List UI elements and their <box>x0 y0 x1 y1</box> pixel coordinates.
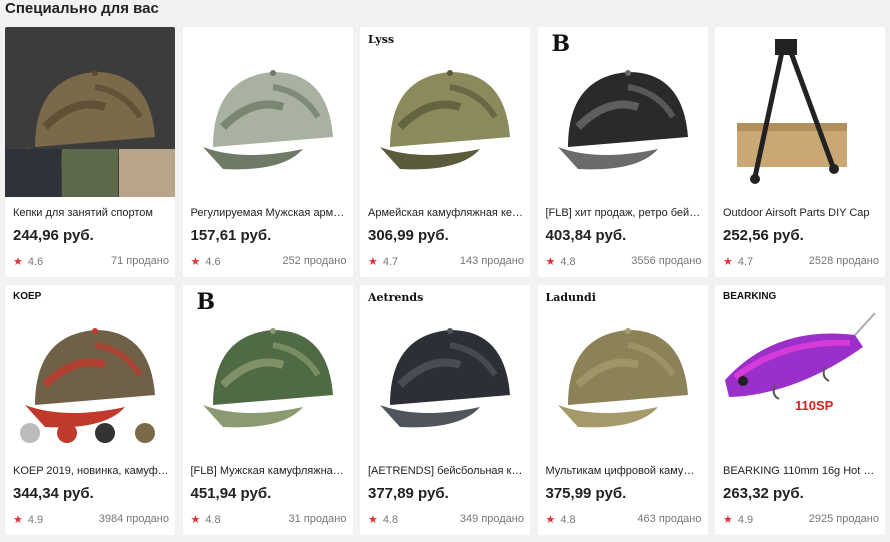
star-icon: ★ <box>368 256 378 268</box>
product-price: 451,94 руб. <box>190 485 272 502</box>
product-rating: ★ 4.6 <box>13 255 44 269</box>
product-card[interactable]: Регулируемая Мужская армейская 157,61 руб… <box>182 27 353 277</box>
sold-count: 3984 продано <box>98 513 169 525</box>
rating-value: 4.9 <box>737 513 754 526</box>
product-rating: ★ 4.9 <box>723 513 754 527</box>
sold-count: 2925 продано <box>808 513 879 525</box>
product-rating: ★ 4.8 <box>190 513 221 527</box>
rating-value: 4.6 <box>205 255 221 268</box>
product-title[interactable]: Кепки для занятий спортом <box>13 207 169 219</box>
product-card[interactable]: KOEP KOEP 2019, новинка, камуфляжная 344,3… <box>5 285 175 535</box>
product-image[interactable] <box>360 285 530 455</box>
product-card[interactable]: Ladundi Мультикам цифровой камуфляж 375,99… <box>537 285 708 535</box>
sold-count: 71 продано <box>111 255 169 267</box>
product-price: 306,99 руб. <box>368 227 449 244</box>
product-image[interactable]: 110SP <box>715 285 885 455</box>
rating-value: 4.8 <box>205 513 221 526</box>
brand-logo: BEARKING <box>723 291 777 302</box>
product-price: 344,34 руб. <box>13 485 94 502</box>
product-rating: ★ 4.9 <box>13 513 44 527</box>
product-image[interactable] <box>715 27 885 197</box>
product-title[interactable]: Outdoor Airsoft Parts DIY Cap <box>723 207 879 219</box>
svg-text:110SP: 110SP <box>795 398 834 413</box>
product-card[interactable]: Aetrends [AETRENDS] бейсбольная кепка 377,… <box>360 285 530 535</box>
star-icon: ★ <box>13 514 23 526</box>
star-icon: ★ <box>545 256 556 268</box>
product-title[interactable]: KOEP 2019, новинка, камуфляжная <box>13 465 169 477</box>
sold-count: 2528 продано <box>808 255 879 267</box>
brand-logo: Lyss <box>368 33 395 46</box>
sold-count: 463 продано <box>637 513 702 525</box>
rating-value: 4.7 <box>382 255 399 268</box>
star-icon: ★ <box>723 514 733 526</box>
product-card[interactable]: 110SP BEARKING BEARKING 110mm 16g Hot mod… <box>715 285 885 535</box>
product-price: 263,32 руб. <box>723 485 804 502</box>
brand-logo: B <box>196 289 216 315</box>
section-title: Специально для вас <box>5 0 159 17</box>
product-title[interactable]: [FLB] хит продаж, ретро бейсболка <box>546 207 702 219</box>
product-card[interactable]: B [FLB] Мужская камуфляжная кепка 451,94 р… <box>182 285 353 535</box>
star-icon: ★ <box>545 514 556 526</box>
rating-value: 4.6 <box>27 255 44 268</box>
sold-count: 252 продано <box>282 255 347 267</box>
rating-value: 4.8 <box>560 513 576 526</box>
product-rating: ★ 4.7 <box>723 255 754 269</box>
star-icon: ★ <box>368 514 378 526</box>
product-card[interactable]: Кепки для занятий спортом 244,96 руб. ★ 4.6… <box>5 27 175 277</box>
brand-logo: Aetrends <box>368 291 424 304</box>
product-card[interactable]: Lyss Армейская камуфляжная кепка 306,99 ру… <box>360 27 530 277</box>
rating-value: 4.9 <box>27 513 44 526</box>
product-image[interactable] <box>5 27 175 197</box>
product-card[interactable]: Outdoor Airsoft Parts DIY Cap 252,56 руб.… <box>715 27 885 277</box>
brand-logo: Ladundi <box>545 291 596 304</box>
product-rating: ★ 4.8 <box>545 255 576 269</box>
product-image[interactable] <box>537 285 708 455</box>
star-icon: ★ <box>190 514 201 526</box>
sold-count: 31 продано <box>288 513 347 525</box>
product-title[interactable]: Регулируемая Мужская армейская <box>191 207 347 219</box>
product-price: 375,99 руб. <box>545 485 627 502</box>
product-grid: Кепки для занятий спортом 244,96 руб. ★ 4.6… <box>5 27 885 535</box>
star-icon: ★ <box>190 256 201 268</box>
star-icon: ★ <box>13 256 23 268</box>
brand-logo: KOEP <box>13 291 42 302</box>
brand-logo: B <box>551 31 571 57</box>
sold-count: 349 продано <box>459 513 524 525</box>
product-price: 252,56 руб. <box>723 227 804 244</box>
product-card[interactable]: B [FLB] хит продаж, ретро бейсболка 403,84… <box>537 27 708 277</box>
product-price: 244,96 руб. <box>13 227 94 244</box>
rating-value: 4.8 <box>382 513 399 526</box>
rating-value: 4.8 <box>560 255 576 268</box>
sold-count: 143 продано <box>459 255 524 267</box>
product-image[interactable] <box>182 27 353 197</box>
product-rating: ★ 4.8 <box>545 513 576 527</box>
sold-count: 3556 продано <box>631 255 702 267</box>
product-title[interactable]: Армейская камуфляжная кепка <box>368 207 524 219</box>
product-rating: ★ 4.7 <box>368 255 399 269</box>
product-price: 157,61 руб. <box>190 227 272 244</box>
product-image[interactable] <box>5 285 175 455</box>
product-price: 377,89 руб. <box>368 485 449 502</box>
product-image[interactable] <box>360 27 530 197</box>
product-title[interactable]: [FLB] Мужская камуфляжная кепка <box>191 465 347 477</box>
product-rating: ★ 4.6 <box>190 255 221 269</box>
product-title[interactable]: [AETRENDS] бейсбольная кепка <box>368 465 524 477</box>
rating-value: 4.7 <box>737 255 754 268</box>
product-price: 403,84 руб. <box>545 227 627 244</box>
product-title[interactable]: BEARKING 110mm 16g Hot model <box>723 465 879 477</box>
product-title[interactable]: Мультикам цифровой камуфляж <box>546 465 702 477</box>
star-icon: ★ <box>723 256 733 268</box>
product-rating: ★ 4.8 <box>368 513 399 527</box>
